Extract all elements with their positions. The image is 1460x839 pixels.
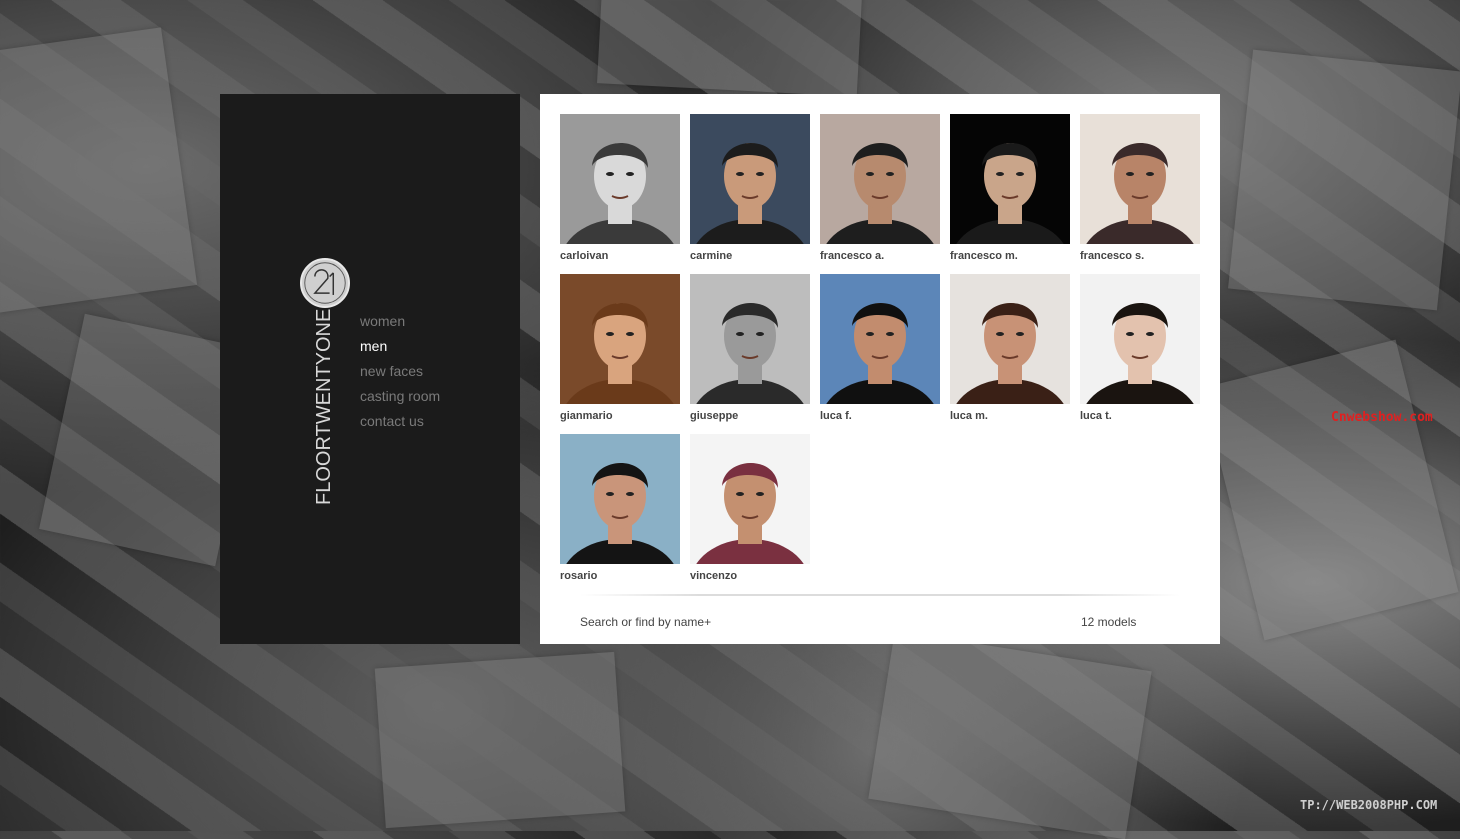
collage-photo xyxy=(597,0,863,97)
model-photo[interactable] xyxy=(820,114,940,244)
model-card[interactable]: gianmario xyxy=(560,274,680,424)
model-name[interactable]: giuseppe xyxy=(690,410,810,422)
model-card[interactable]: luca f. xyxy=(820,274,940,424)
model-photo[interactable] xyxy=(950,274,1070,404)
search-by-name-link[interactable]: Search or find by name+ xyxy=(580,615,711,629)
brand-wordmark[interactable]: FLOORTWENTYONE xyxy=(313,309,336,505)
model-card[interactable]: carloivan xyxy=(560,114,680,264)
nav-item-new-faces[interactable]: new faces xyxy=(360,362,440,387)
model-card[interactable]: francesco m. xyxy=(950,114,1070,264)
model-name[interactable]: francesco s. xyxy=(1080,250,1200,262)
model-name[interactable]: vincenzo xyxy=(690,570,810,582)
models-panel: carloivan carmine francesco a. francesco m.… xyxy=(540,94,1220,644)
model-card[interactable]: carmine xyxy=(690,114,810,264)
nav-item-men[interactable]: men xyxy=(360,337,440,362)
model-card[interactable]: giuseppe xyxy=(690,274,810,424)
models-count: 12 models xyxy=(1081,615,1137,629)
model-name[interactable]: gianmario xyxy=(560,410,680,422)
model-photo[interactable] xyxy=(690,274,810,404)
model-name[interactable]: carmine xyxy=(690,250,810,262)
watermark-grey: TP://WEB2008PHP.COM xyxy=(1300,798,1438,812)
model-name[interactable]: rosario xyxy=(560,570,680,582)
model-photo[interactable] xyxy=(560,434,680,564)
model-photo[interactable] xyxy=(820,274,940,404)
model-card[interactable]: luca m. xyxy=(950,274,1070,424)
model-card[interactable]: vincenzo xyxy=(690,434,810,584)
model-name[interactable]: luca m. xyxy=(950,410,1070,422)
logo-circle-icon[interactable] xyxy=(300,258,350,308)
collage-photo xyxy=(0,27,198,313)
model-name[interactable]: francesco m. xyxy=(950,250,1070,262)
model-photo[interactable] xyxy=(950,114,1070,244)
model-name[interactable]: francesco a. xyxy=(820,250,940,262)
main-nav: women men new faces casting room contact… xyxy=(360,312,440,437)
model-card[interactable]: francesco s. xyxy=(1080,114,1200,264)
model-name[interactable]: carloivan xyxy=(560,250,680,262)
collage-photo xyxy=(868,630,1152,839)
nav-item-casting-room[interactable]: casting room xyxy=(360,387,440,412)
model-name[interactable]: luca t. xyxy=(1080,410,1200,422)
model-card[interactable]: rosario xyxy=(560,434,680,584)
model-photo[interactable] xyxy=(690,114,810,244)
divider xyxy=(580,594,1180,596)
nav-item-contact-us[interactable]: contact us xyxy=(360,412,440,437)
model-name[interactable]: luca f. xyxy=(820,410,940,422)
model-photo[interactable] xyxy=(1080,114,1200,244)
collage-photo xyxy=(1201,339,1459,641)
sidebar-panel: FLOORTWENTYONE women men new faces casti… xyxy=(220,94,520,644)
model-photo[interactable] xyxy=(1080,274,1200,404)
collage-photo xyxy=(374,651,626,829)
model-photo[interactable] xyxy=(690,434,810,564)
model-photo[interactable] xyxy=(560,274,680,404)
model-card[interactable]: luca t. xyxy=(1080,274,1200,424)
watermark-red: Cnwebshow.com xyxy=(1331,410,1433,425)
model-card[interactable]: francesco a. xyxy=(820,114,940,264)
model-photo[interactable] xyxy=(560,114,680,244)
nav-item-women[interactable]: women xyxy=(360,312,440,337)
collage-photo xyxy=(1228,49,1460,311)
